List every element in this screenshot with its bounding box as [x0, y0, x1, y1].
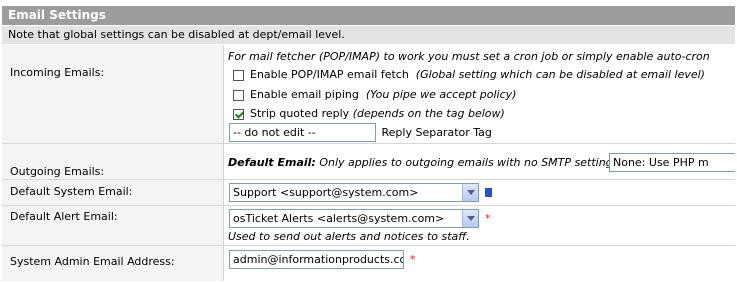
pop-imap-checkbox[interactable] — [233, 69, 244, 81]
default-email-info: Default Email: Only applies to outgoing … — [228, 156, 622, 169]
required-asterisk: * — [410, 253, 416, 266]
smtp-select-value: None: Use PHP m — [613, 156, 709, 169]
outgoing-emails-label: Outgoing Emails: — [10, 165, 105, 178]
incoming-emails-row: Incoming Emails: For mail fetcher (POP/I… — [2, 45, 735, 144]
required-asterisk: * — [485, 212, 491, 225]
strip-quoted-option: Strip quoted reply (depends on the tag b… — [233, 107, 505, 120]
separator-row: -- do not edit -- Reply Separator Tag — [229, 123, 492, 142]
pop-imap-option: Enable POP/IMAP email fetch (Global sett… — [233, 68, 705, 81]
default-alert-email-label: Default Alert Email: — [10, 210, 118, 223]
section-header: Email Settings — [2, 6, 735, 25]
incoming-hint: For mail fetcher (POP/IMAP) to work you … — [228, 50, 710, 63]
default-system-email-select[interactable]: Support <support@system.com> — [229, 183, 479, 202]
email-piping-checkbox[interactable] — [233, 89, 244, 101]
default-system-email-label: Default System Email: — [10, 185, 133, 198]
label-cell — [2, 45, 224, 143]
chevron-down-icon[interactable] — [462, 184, 478, 201]
incoming-emails-label: Incoming Emails: — [10, 66, 105, 79]
default-email-bold: Default Email: — [228, 156, 316, 169]
email-piping-label: Enable email piping — [250, 88, 359, 101]
default-alert-email-select[interactable]: osTicket Alerts <alerts@system.com> — [229, 209, 479, 228]
chevron-down-icon[interactable] — [462, 210, 478, 227]
smtp-select[interactable]: None: Use PHP m — [609, 153, 735, 172]
admin-email-row: System Admin Email Address: admin@inform… — [2, 246, 735, 281]
email-settings-panel: Email Settings Note that global settings… — [2, 2, 735, 281]
email-piping-note: (You pipe we accept policy) — [365, 88, 517, 101]
default-email-note: Only applies to outgoing emails with no … — [319, 156, 622, 169]
reply-separator-input[interactable]: -- do not edit -- — [229, 123, 376, 142]
strip-quoted-label: Strip quoted reply — [250, 107, 350, 120]
default-system-email-row: Default System Email: Support <support@s… — [2, 180, 735, 206]
default-system-email-control: Support <support@system.com> — [229, 183, 492, 202]
pop-imap-label: Enable POP/IMAP email fetch — [250, 68, 409, 81]
default-system-email-value: Support <support@system.com> — [233, 186, 419, 199]
admin-email-control: admin@informationproducts.com * — [229, 250, 416, 269]
outgoing-emails-row: Outgoing Emails: Default Email: Only app… — [2, 144, 735, 180]
reply-separator-label: Reply Separator Tag — [381, 125, 492, 139]
default-alert-email-value: osTicket Alerts <alerts@system.com> — [233, 212, 445, 225]
default-alert-email-control: osTicket Alerts <alerts@system.com> * — [229, 209, 491, 228]
admin-email-input[interactable]: admin@informationproducts.com — [229, 250, 404, 269]
strip-quoted-checkbox[interactable] — [233, 108, 244, 120]
default-alert-email-note: Used to send out alerts and notices to s… — [228, 230, 470, 243]
default-alert-email-row: Default Alert Email: osTicket Alerts <al… — [2, 206, 735, 246]
settings-note: Note that global settings can be disable… — [2, 26, 735, 44]
pop-imap-note: (Global setting which can be disabled at… — [415, 68, 705, 81]
required-marker-icon — [485, 188, 492, 197]
email-piping-option: Enable email piping (You pipe we accept … — [233, 88, 516, 101]
admin-email-label: System Admin Email Address: — [10, 255, 175, 268]
strip-quoted-note: (depends on the tag below) — [352, 107, 505, 120]
